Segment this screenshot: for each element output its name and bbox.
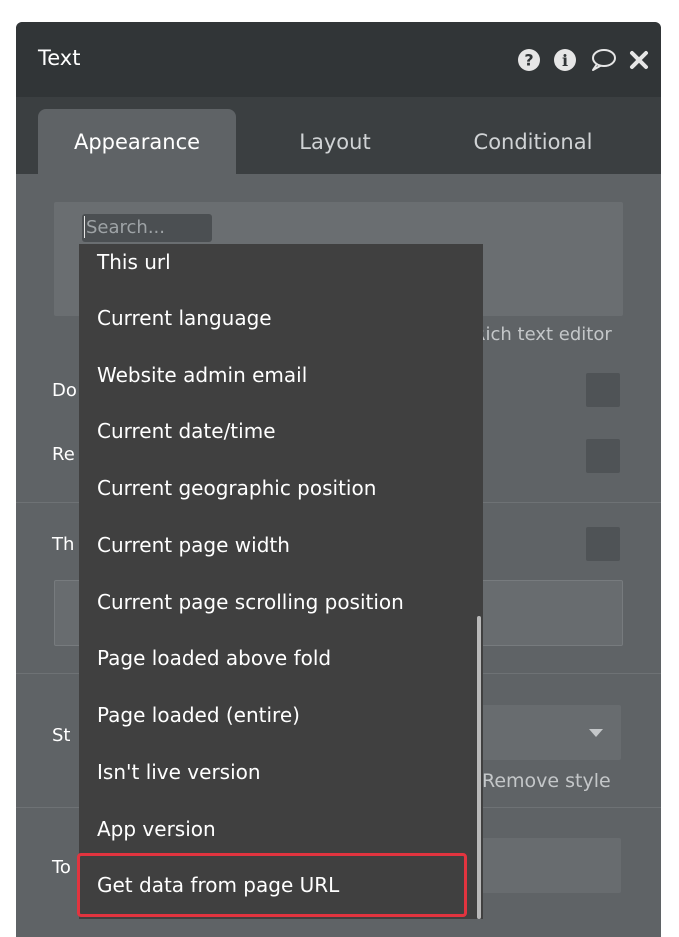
dropdown-item-get-data-from-page-url[interactable]: Get data from page URL [97,873,339,897]
checkbox-2[interactable] [586,439,620,473]
dropdown-item[interactable]: This url [97,250,171,274]
dropdown-item[interactable]: Isn't live version [97,760,261,784]
dropdown-item[interactable]: Website admin email [97,363,307,387]
row-label-th: Th [52,534,75,555]
panel-header: Text ? i [16,22,661,97]
info-icon[interactable]: i [553,48,577,72]
row-label-to: To [52,857,71,878]
close-icon[interactable] [629,50,649,70]
rich-text-editor-label[interactable]: Rich text editor [473,324,612,345]
dropdown-item[interactable]: Current date/time [97,419,276,443]
property-editor-panel: Text ? i Appearance Layout Conditional S… [16,22,661,937]
dropdown-item[interactable]: App version [97,817,216,841]
comment-icon[interactable] [589,48,617,72]
dropdown-item[interactable]: Page loaded (entire) [97,703,300,727]
dropdown-scrollbar[interactable] [477,616,481,919]
tab-layout[interactable]: Layout [236,109,434,174]
search-placeholder: Search... [86,217,166,238]
dropdown-item[interactable]: Current geographic position [97,476,376,500]
chevron-down-icon [589,729,603,737]
checkbox-1[interactable] [586,373,620,407]
help-icon[interactable]: ? [517,48,541,72]
svg-text:i: i [562,51,568,70]
checkbox-3[interactable] [586,527,620,561]
tab-appearance[interactable]: Appearance [38,109,236,174]
remove-style-link[interactable]: Remove style [482,770,611,792]
dropdown-item[interactable]: Page loaded above fold [97,646,331,670]
text-cursor [84,216,85,238]
dynamic-data-dropdown: This url Current language Website admin … [79,244,483,919]
tab-bar: Appearance Layout Conditional [16,97,661,174]
search-input[interactable]: Search... [82,214,212,242]
row-label-do: Do [52,380,77,401]
dropdown-item[interactable]: Current language [97,306,272,330]
style-label: St [52,725,71,746]
row-label-re: Re [52,444,75,465]
header-icons: ? i [517,48,649,72]
svg-text:?: ? [524,51,533,70]
tab-conditional[interactable]: Conditional [434,109,632,174]
dropdown-item[interactable]: Current page width [97,533,290,557]
dropdown-item[interactable]: Current page scrolling position [97,590,404,614]
panel-title: Text [38,46,81,70]
